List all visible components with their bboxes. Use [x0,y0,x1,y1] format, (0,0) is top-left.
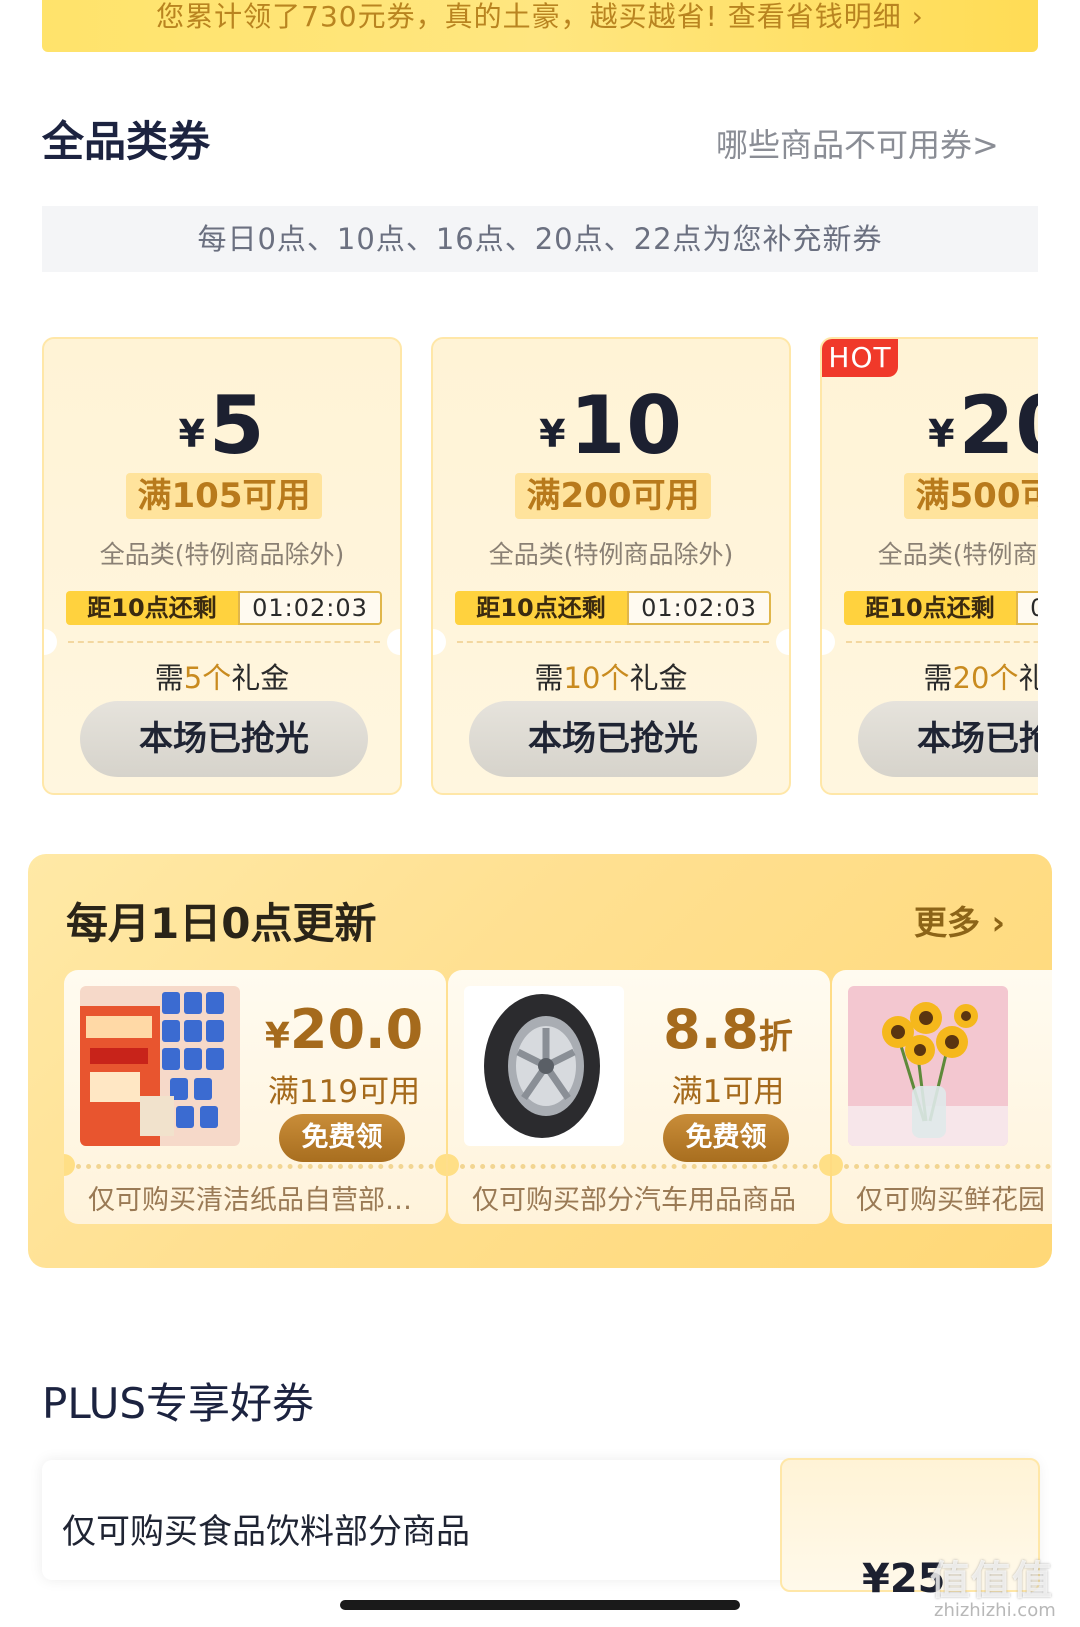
coupon-amount: ¥5 [178,379,266,472]
card-notch-left [64,1154,75,1176]
card-notch-right [776,629,789,655]
watermark-logo: 值值值 [930,1558,1053,1604]
countdown: 距10点还剩 01:02:03 [455,591,773,625]
divider [460,1164,818,1169]
coupon-condition: 满1可用 [671,1074,785,1110]
sunflower-product-image [848,986,1008,1146]
countdown: 距10点还剩 01:02:03 [844,591,1038,625]
coupon-description: 仅可购买部分汽车用品商品 [472,1185,796,1216]
section-title-plus: PLUS专享好券 [42,1379,315,1428]
card-notch-left [433,629,446,655]
hot-badge: HOT [822,339,898,377]
card-notch-right [819,1154,830,1176]
coupon-description: 仅可购买清洁纸品自营部… [88,1185,412,1216]
coupon-card[interactable]: ¥5 满105可用 全品类(特例商品除外) 距10点还剩 01:02:03 需5… [42,337,402,795]
countdown-timer: 01:02:03 [238,591,382,625]
claim-free-button[interactable]: 免费领 [663,1114,789,1162]
coupon-amount: ¥20 [928,379,1038,472]
watermark-url: zhizhizhi.com [934,1600,1056,1621]
gift-cost: 需5个礼金 [154,661,290,695]
divider [844,1164,1052,1169]
card-notch-left [44,629,57,655]
coupon-condition: 满105可用 [126,473,322,519]
coupon-amount: ¥10 [539,379,683,472]
countdown: 距10点还剩 01:02:03 [66,591,384,625]
tissue-product-image [80,986,240,1146]
more-link[interactable]: 更多 › [914,896,1005,944]
coupon-carousel[interactable]: ¥5 满105可用 全品类(特例商品除外) 距10点还剩 01:02:03 需5… [0,0,1038,820]
monthly-coupon-panel: 每月1日0点更新 更多 › ¥20.0 满119可用 免费领 仅可购买清洁纸品自… [28,854,1052,1268]
plus-coupon-description: 仅可购买食品饮料部分商品 [62,1512,470,1552]
sold-out-button[interactable]: 本场已抢光 [80,701,368,777]
sold-out-button[interactable]: 本场已抢光 [469,701,757,777]
product-coupon-card[interactable]: 仅可购买鲜花园 [832,970,1052,1224]
claim-free-button[interactable]: 免费领 [279,1114,405,1162]
divider [76,1164,434,1169]
card-notch-right [387,629,400,655]
countdown-timer: 01:02:03 [1016,591,1038,625]
card-notch-left [448,1154,459,1176]
coupon-card[interactable]: ¥10 满200可用 全品类(特例商品除外) 距10点还剩 01:02:03 需… [431,337,791,795]
countdown-label: 距10点还剩 [455,591,627,625]
monthly-title: 每月1日0点更新 [66,899,377,948]
coupon-condition: 满119可用 [267,1074,421,1110]
tire-product-image [464,986,624,1146]
coupon-condition: 满500可用 [904,473,1038,519]
coupon-card[interactable]: ¥20 满500可用 全品类(特例商品除外) 距10点还剩 01:02:03 需… [820,337,1038,795]
home-indicator[interactable] [340,1600,740,1610]
product-coupon-card[interactable]: ¥20.0 满119可用 免费领 仅可购买清洁纸品自营部… [64,970,446,1224]
product-coupon-card[interactable]: 8.8折 满1可用 免费领 仅可购买部分汽车用品商品 [448,970,830,1224]
coupon-scope: 全品类(特例商品除外) [99,540,345,569]
gift-cost: 需10个礼金 [534,661,688,695]
countdown-label: 距10点还剩 [844,591,1016,625]
coupon-description: 仅可购买鲜花园 [856,1185,1045,1216]
divider [846,641,1038,643]
coupon-scope: 全品类(特例商品除外) [488,540,734,569]
gift-cost: 需20个礼金 [923,661,1038,695]
card-notch-left [822,629,835,655]
sold-out-button[interactable]: 本场已抢光 [858,701,1038,777]
countdown-label: 距10点还剩 [66,591,238,625]
card-notch-left [832,1154,843,1176]
coupon-price: ¥20.0 [264,998,424,1061]
card-notch-right [435,1154,446,1176]
coupon-price: 8.8折 [663,998,793,1061]
divider [457,641,769,643]
coupon-condition: 满200可用 [515,473,711,519]
divider [68,641,380,643]
countdown-timer: 01:02:03 [627,591,771,625]
coupon-scope: 全品类(特例商品除外) [877,540,1038,569]
